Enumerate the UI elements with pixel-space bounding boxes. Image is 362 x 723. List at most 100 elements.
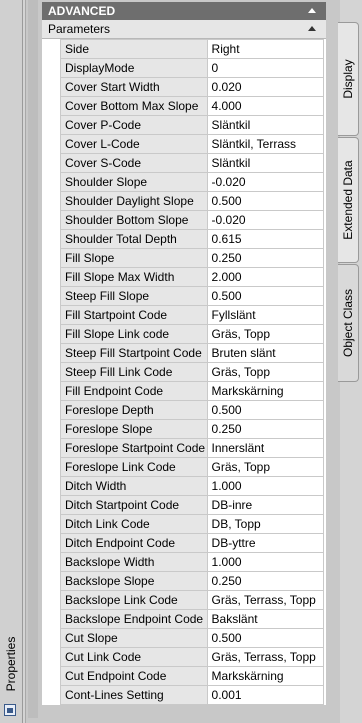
- advanced-section-header[interactable]: ADVANCED: [42, 2, 326, 20]
- property-row[interactable]: Backslope Width 1.000: [60, 552, 325, 572]
- property-row[interactable]: Fill Slope Link code Gräs, Topp: [60, 324, 325, 344]
- property-value[interactable]: Bruten slänt: [206, 343, 325, 363]
- property-value[interactable]: DB, Topp: [206, 514, 325, 534]
- property-row[interactable]: Shoulder Slope -0.020: [60, 172, 325, 192]
- properties-palette-tab[interactable]: Properties: [1, 628, 21, 700]
- property-row[interactable]: Cover P-Code Släntkil: [60, 115, 325, 135]
- property-name: Fill Startpoint Code: [60, 305, 208, 325]
- tab-display-label: Display: [341, 59, 355, 99]
- property-value[interactable]: Gräs, Terrass, Topp: [206, 647, 325, 667]
- property-row[interactable]: Steep Fill Link Code Gräs, Topp: [60, 362, 325, 382]
- property-row[interactable]: Shoulder Bottom Slope -0.020: [60, 210, 325, 230]
- parameters-subsection-header[interactable]: Parameters: [42, 20, 326, 39]
- property-value[interactable]: Bakslänt: [206, 609, 325, 629]
- tab-extended-data[interactable]: Extended Data: [338, 137, 359, 263]
- property-row[interactable]: Ditch Link Code DB, Topp: [60, 514, 325, 534]
- property-row[interactable]: Shoulder Total Depth 0.615: [60, 229, 325, 249]
- property-row[interactable]: Backslope Slope 0.250: [60, 571, 325, 591]
- property-value[interactable]: Markskärning: [206, 381, 325, 401]
- property-value[interactable]: 0: [206, 58, 325, 78]
- palette-scroll-strip[interactable]: [28, 0, 38, 718]
- property-value[interactable]: Innerslänt: [206, 438, 325, 458]
- property-name: Cont-Lines Setting: [60, 685, 208, 705]
- property-value[interactable]: 0.500: [206, 191, 325, 211]
- property-value[interactable]: 4.000: [206, 96, 325, 116]
- property-row[interactable]: Fill Slope 0.250: [60, 248, 325, 268]
- property-value[interactable]: Markskärning: [206, 666, 325, 686]
- property-row[interactable]: Steep Fill Slope 0.500: [60, 286, 325, 306]
- property-row[interactable]: Cover S-Code Släntkil: [60, 153, 325, 173]
- property-row[interactable]: Cover Start Width 0.020: [60, 77, 325, 97]
- property-value[interactable]: 0.500: [206, 400, 325, 420]
- tab-extended-data-label: Extended Data: [341, 160, 355, 240]
- property-row[interactable]: Ditch Width 1.000: [60, 476, 325, 496]
- collapse-arrow-icon[interactable]: [308, 8, 316, 13]
- property-value[interactable]: 0.615: [206, 229, 325, 249]
- collapse-arrow-icon[interactable]: [308, 26, 316, 31]
- property-value[interactable]: Gräs, Terrass, Topp: [206, 590, 325, 610]
- property-row[interactable]: Shoulder Daylight Slope 0.500: [60, 191, 325, 211]
- property-value[interactable]: Gräs, Topp: [206, 457, 325, 477]
- property-row[interactable]: Cover L-Code Släntkil, Terrass: [60, 134, 325, 154]
- property-row[interactable]: Fill Slope Max Width 2.000: [60, 267, 325, 287]
- property-value[interactable]: 0.250: [206, 248, 325, 268]
- property-row[interactable]: Fill Endpoint Code Markskärning: [60, 381, 325, 401]
- property-value[interactable]: -0.020: [206, 172, 325, 192]
- property-value[interactable]: DB-yttre: [206, 533, 325, 553]
- property-value[interactable]: 0.500: [206, 628, 325, 648]
- properties-palette-label: Properties: [4, 636, 18, 692]
- property-row[interactable]: Cont-Lines Setting 0.001: [60, 685, 325, 705]
- property-value[interactable]: 0.001: [206, 685, 325, 705]
- property-name: Ditch Link Code: [60, 514, 208, 534]
- property-value[interactable]: Fyllslänt: [206, 305, 325, 325]
- property-name: Side: [60, 39, 208, 59]
- property-row[interactable]: Cover Bottom Max Slope 4.000: [60, 96, 325, 116]
- property-value[interactable]: 0.250: [206, 419, 325, 439]
- properties-pin-icon[interactable]: [4, 704, 16, 716]
- property-value[interactable]: Gräs, Topp: [206, 324, 325, 344]
- property-row[interactable]: DisplayMode 0: [60, 58, 325, 78]
- property-value[interactable]: DB-inre: [206, 495, 325, 515]
- property-value[interactable]: 1.000: [206, 552, 325, 572]
- tab-object-class[interactable]: Object Class: [338, 264, 359, 382]
- property-name: Foreslope Link Code: [60, 457, 208, 477]
- property-value[interactable]: Släntkil: [206, 153, 325, 173]
- property-value[interactable]: -0.020: [206, 210, 325, 230]
- property-row[interactable]: Ditch Startpoint Code DB-inre: [60, 495, 325, 515]
- property-value[interactable]: 2.000: [206, 267, 325, 287]
- property-row[interactable]: Foreslope Depth 0.500: [60, 400, 325, 420]
- property-name: Cover Bottom Max Slope: [60, 96, 208, 116]
- property-name: Steep Fill Link Code: [60, 362, 208, 382]
- property-name: Cut Slope: [60, 628, 208, 648]
- property-row[interactable]: Backslope Endpoint Code Bakslänt: [60, 609, 325, 629]
- property-row[interactable]: Fill Startpoint Code Fyllslänt: [60, 305, 325, 325]
- property-row[interactable]: Side Right: [60, 39, 325, 59]
- property-row[interactable]: Cut Link Code Gräs, Terrass, Topp: [60, 647, 325, 667]
- property-row[interactable]: Foreslope Slope 0.250: [60, 419, 325, 439]
- property-value[interactable]: Gräs, Topp: [206, 362, 325, 382]
- property-name: Cover L-Code: [60, 134, 208, 154]
- tab-display[interactable]: Display: [338, 22, 359, 136]
- property-row[interactable]: Ditch Endpoint Code DB-yttre: [60, 533, 325, 553]
- property-row[interactable]: Cut Slope 0.500: [60, 628, 325, 648]
- property-name: Steep Fill Startpoint Code: [60, 343, 208, 363]
- property-name: Cover Start Width: [60, 77, 208, 97]
- property-value[interactable]: 0.020: [206, 77, 325, 97]
- property-row[interactable]: Foreslope Link Code Gräs, Topp: [60, 457, 325, 477]
- property-value[interactable]: 1.000: [206, 476, 325, 496]
- property-name: Steep Fill Slope: [60, 286, 208, 306]
- property-value[interactable]: Släntkil: [206, 115, 325, 135]
- property-value[interactable]: Släntkil, Terrass: [206, 134, 325, 154]
- property-value[interactable]: 0.250: [206, 571, 325, 591]
- property-row[interactable]: Cut Endpoint Code Markskärning: [60, 666, 325, 686]
- property-name: Shoulder Bottom Slope: [60, 210, 208, 230]
- property-row[interactable]: Foreslope Startpoint Code Innerslänt: [60, 438, 325, 458]
- property-name: Ditch Startpoint Code: [60, 495, 208, 515]
- property-name: Cut Endpoint Code: [60, 666, 208, 686]
- property-row[interactable]: Steep Fill Startpoint Code Bruten slänt: [60, 343, 325, 363]
- property-row[interactable]: Backslope Link Code Gräs, Terrass, Topp: [60, 590, 325, 610]
- property-value[interactable]: Right: [206, 39, 325, 59]
- property-value[interactable]: 0.500: [206, 286, 325, 306]
- property-name: Backslope Link Code: [60, 590, 208, 610]
- property-name: DisplayMode: [60, 58, 208, 78]
